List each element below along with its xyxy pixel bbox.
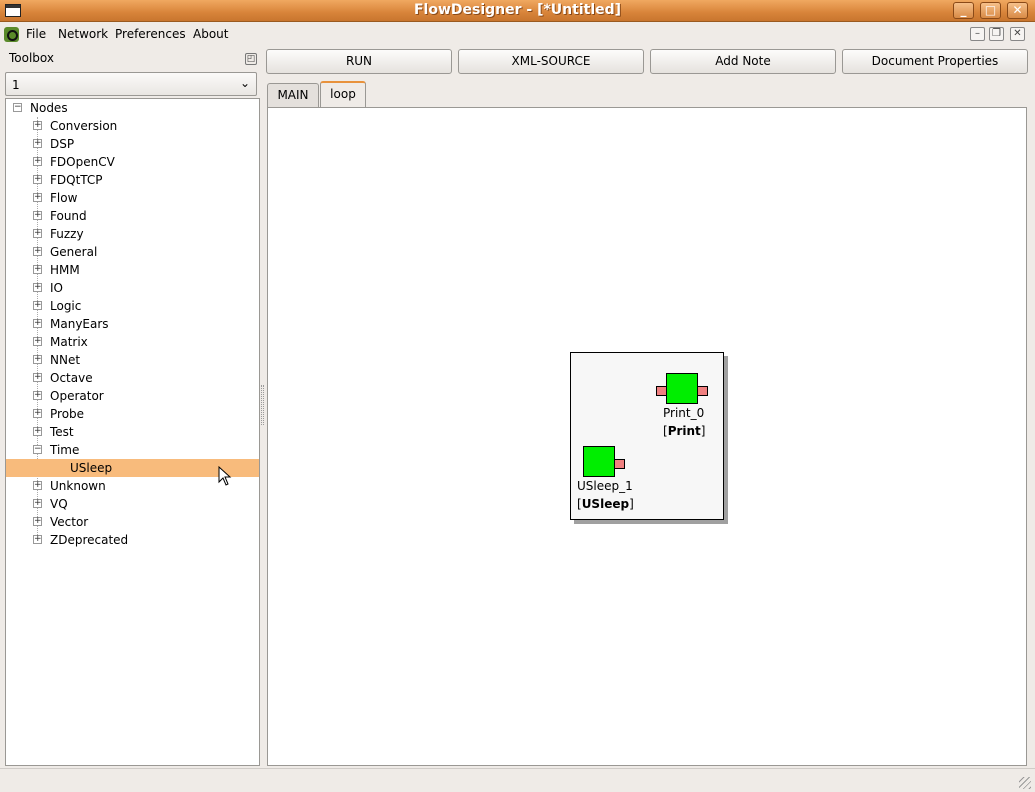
expand-icon[interactable]: + [33,157,42,166]
expand-icon[interactable]: + [33,535,42,544]
expand-icon[interactable]: + [33,211,42,220]
tree-item-hmm[interactable]: + HMM [6,261,259,279]
expand-icon[interactable]: + [33,409,42,418]
expand-icon[interactable]: + [33,481,42,490]
toolbox-title: Toolbox [9,51,54,65]
print-node-type: [Print] [663,424,706,438]
chevron-down-icon: ⌄ [239,76,250,90]
dock-float-icon[interactable]: ◰ [245,53,257,65]
mdi-minimize-icon[interactable]: – [970,27,985,41]
tree-item-conversion[interactable]: + Conversion [6,117,259,135]
tree-item-io[interactable]: + IO [6,279,259,297]
app-icon [4,27,19,42]
expand-icon[interactable]: + [33,229,42,238]
toolbox-combo-value: 1 [12,78,20,92]
tree-item-flow[interactable]: + Flow [6,189,259,207]
tab-main[interactable]: MAIN [267,83,319,107]
expand-icon[interactable]: + [33,193,42,202]
window-titlebar[interactable]: FlowDesigner - [*Untitled] _ □ ✕ [0,0,1035,22]
menu-preferences[interactable]: Preferences [115,27,186,41]
expand-icon[interactable]: + [33,499,42,508]
collapse-icon[interactable]: − [33,445,42,454]
tree-item-logic[interactable]: + Logic [6,297,259,315]
tree-item-general[interactable]: + General [6,243,259,261]
expand-icon[interactable]: + [33,121,42,130]
mouse-cursor-icon [218,466,232,486]
tree-item-fdopencv[interactable]: + FDOpenCV [6,153,259,171]
tree-item-manyears[interactable]: + ManyEars [6,315,259,333]
tree-item-octave[interactable]: + Octave [6,369,259,387]
output-port[interactable] [697,386,708,396]
print-node-name: Print_0 [663,406,705,420]
expand-icon[interactable]: + [33,139,42,148]
output-port[interactable] [614,459,625,469]
collapse-icon[interactable]: − [13,103,22,112]
expand-icon[interactable]: + [33,319,42,328]
expand-icon[interactable]: + [33,175,42,184]
expand-icon[interactable]: + [33,301,42,310]
status-bar [0,768,1035,792]
tree-item-operator[interactable]: + Operator [6,387,259,405]
tab-loop[interactable]: loop [320,81,366,108]
tree-item-nodes[interactable]: − Nodes [6,99,259,117]
tree-item-vector[interactable]: + Vector [6,513,259,531]
maximize-button[interactable]: □ [980,2,1001,19]
document-properties-button[interactable]: Document Properties [842,49,1028,74]
close-button[interactable]: ✕ [1007,2,1028,19]
network-frame[interactable]: Print_0 [Print] USleep_1 [USleep] [570,352,724,520]
tree-item-test[interactable]: + Test [6,423,259,441]
expand-icon[interactable]: + [33,427,42,436]
usleep-node[interactable] [583,446,615,477]
tree-item-fuzzy[interactable]: + Fuzzy [6,225,259,243]
tree-item-vq[interactable]: + VQ [6,495,259,513]
expand-icon[interactable]: + [33,391,42,400]
menu-bar: File Network Preferences About – ❐ ✕ [0,23,1035,45]
toolbox-combo[interactable]: 1 ⌄ [5,72,257,96]
add-note-button[interactable]: Add Note [650,49,836,74]
expand-icon[interactable]: + [33,247,42,256]
usleep-node-name: USleep_1 [577,479,633,493]
expand-icon[interactable]: + [33,517,42,526]
menu-about[interactable]: About [193,27,228,41]
expand-icon[interactable]: + [33,265,42,274]
expand-icon[interactable]: + [33,373,42,382]
resize-grip-icon[interactable] [1019,777,1031,789]
mdi-restore-icon[interactable]: ❐ [989,27,1004,41]
tree-item-dsp[interactable]: + DSP [6,135,259,153]
expand-icon[interactable]: + [33,355,42,364]
dock-splitter[interactable] [261,385,264,425]
tree-item-fdqttcp[interactable]: + FDQtTCP [6,171,259,189]
run-button[interactable]: RUN [266,49,452,74]
node-tree[interactable]: − Nodes + Conversion + DSP + FDOpenCV + FDQt… [5,98,260,766]
menu-file[interactable]: File [26,27,46,41]
window-title: FlowDesigner - [*Untitled] [413,2,622,18]
tree-item-probe[interactable]: + Probe [6,405,259,423]
mdi-close-icon[interactable]: ✕ [1010,27,1025,41]
tree-item-time[interactable]: − Time [6,441,259,459]
expand-icon[interactable]: + [33,283,42,292]
minimize-button[interactable]: _ [953,2,974,19]
xml-source-button[interactable]: XML-SOURCE [458,49,644,74]
expand-icon[interactable]: + [33,337,42,346]
tree-item-found[interactable]: + Found [6,207,259,225]
print-node[interactable] [666,373,698,404]
menu-network[interactable]: Network [58,27,108,41]
tree-item-zdeprecated[interactable]: + ZDeprecated [6,531,259,549]
tree-item-matrix[interactable]: + Matrix [6,333,259,351]
tree-item-nnet[interactable]: + NNet [6,351,259,369]
usleep-node-type: [USleep] [577,497,634,511]
